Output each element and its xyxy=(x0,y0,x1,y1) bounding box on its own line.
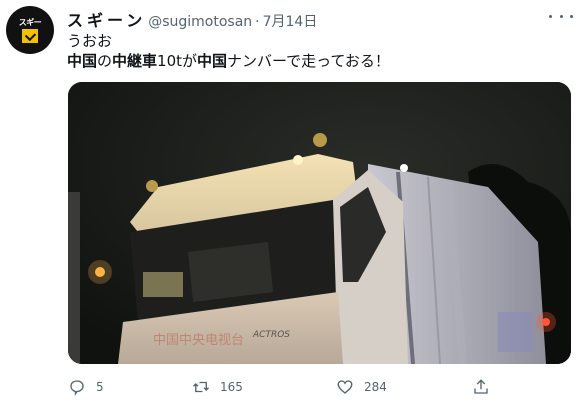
like-count: 284 xyxy=(364,380,387,394)
truck-model-text: ACTROS xyxy=(252,330,290,340)
like-button[interactable]: 284 xyxy=(336,378,387,396)
tweet-media-photo[interactable]: 中国中央电视台 ACTROS xyxy=(68,82,571,364)
tweet-text-part: 10tが xyxy=(157,52,198,70)
tweet-text-part: 中国 xyxy=(67,52,98,70)
like-icon xyxy=(337,380,353,394)
avatar-logo-icon xyxy=(22,28,38,43)
retweet-button[interactable]: 165 xyxy=(192,378,243,396)
tweet-actions: 5 165 284 xyxy=(68,378,508,398)
tweet-text-part: ナンバーで走っておる！ xyxy=(227,52,390,70)
tweet-text-line1: うおお xyxy=(67,32,113,50)
tweet-text-part: の xyxy=(97,52,113,70)
more-icon[interactable] xyxy=(549,8,573,24)
share-button[interactable] xyxy=(472,378,500,396)
reply-icon xyxy=(70,380,84,396)
share-icon xyxy=(474,379,488,394)
tweet-text-part: 中継車 xyxy=(112,52,158,70)
separator: · xyxy=(255,14,260,30)
retweet-icon xyxy=(193,381,209,393)
reply-button[interactable]: 5 xyxy=(68,378,104,396)
retweet-count: 165 xyxy=(220,380,243,394)
user-handle[interactable]: @sugimotosan xyxy=(148,14,252,30)
tweet-text-line2: 中国の中継車10tが中国ナンバーで走っておる！ xyxy=(67,50,390,71)
reply-count: 5 xyxy=(96,380,104,394)
tweet-date[interactable]: 7月14日 xyxy=(263,11,318,31)
tweet-header: スギーン @sugimotosan · 7月14日 xyxy=(67,7,543,30)
truck-side-text: 中国中央电视台 xyxy=(153,333,244,348)
avatar-text: スギー xyxy=(18,17,42,27)
tweet-text-part: 中国 xyxy=(197,52,228,70)
avatar[interactable]: スギー xyxy=(6,6,54,54)
display-name[interactable]: スギーン xyxy=(67,7,146,31)
